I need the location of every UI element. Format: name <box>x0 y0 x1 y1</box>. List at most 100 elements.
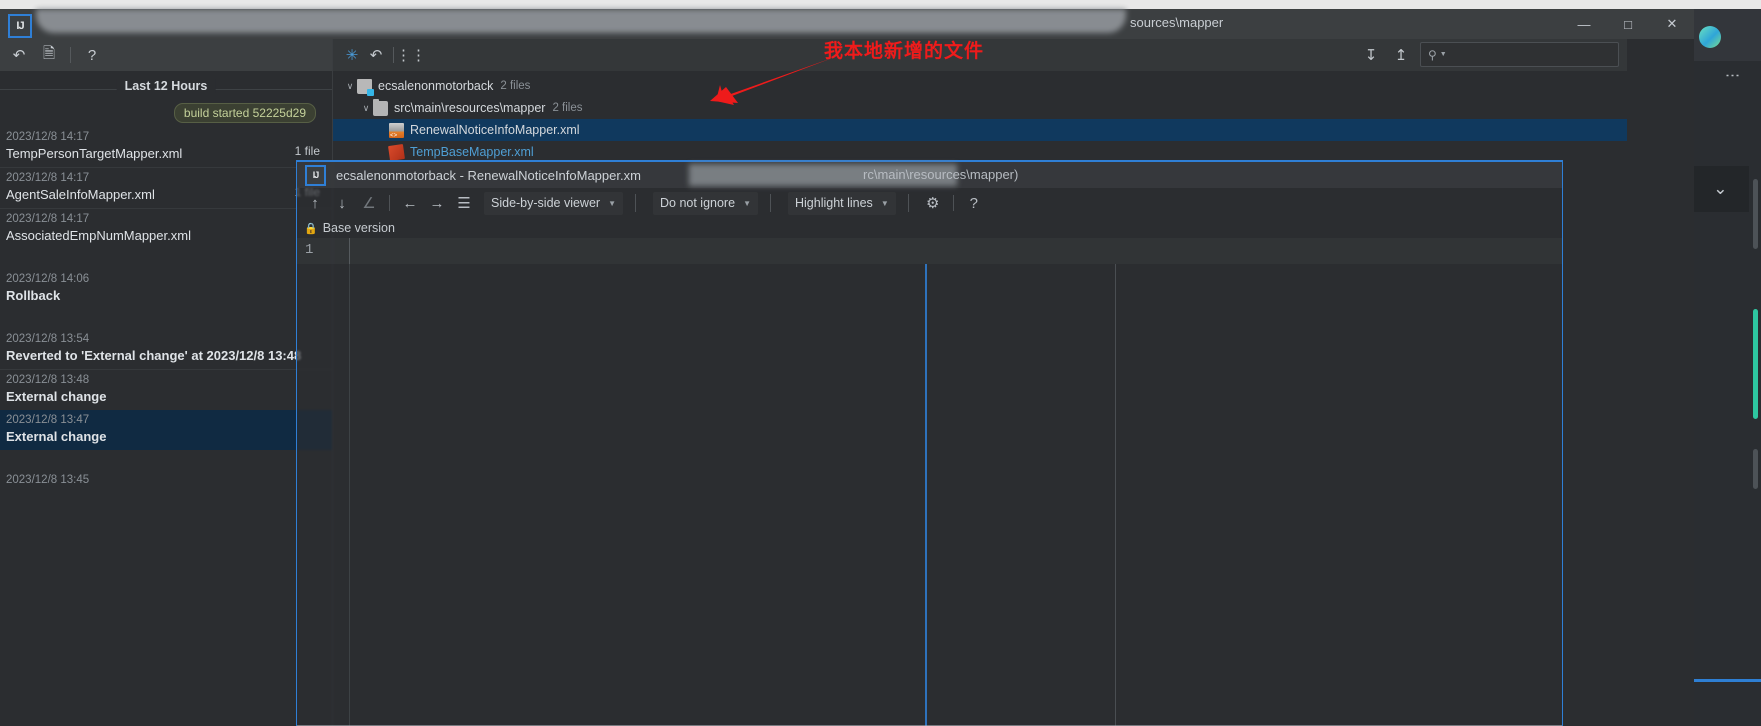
chevron-down-icon: ▼ <box>608 198 616 208</box>
intellij-idea-logo-icon: IJ <box>305 164 326 186</box>
history-timestamp: 2023/12/8 14:17 <box>6 172 90 184</box>
diff-toolbar: ↑ ↓ ∠ ← → ☰ Side-by-side viewer ▼ Do not… <box>297 188 1562 218</box>
line-number: 1 <box>305 242 314 258</box>
diff-window: IJ ecsalenonmotorback - RenewalNoticeInf… <box>296 160 1563 726</box>
gutter-divider <box>349 238 350 264</box>
accept-right-icon[interactable]: → <box>425 191 449 215</box>
redacted-title-text <box>36 9 1126 33</box>
collapse-all-icon[interactable]: ↥ <box>1390 43 1412 67</box>
folder-icon <box>373 98 388 116</box>
history-timestamp: 2023/12/8 14:17 <box>6 213 90 225</box>
toolbar-divider <box>907 194 909 212</box>
scrollbar-mark <box>1753 309 1758 419</box>
chevron-down-icon: ▼ <box>743 198 751 208</box>
diff-window-title: ecsalenonmotorback - RenewalNoticeInfoMa… <box>336 167 641 183</box>
toolbar-divider <box>952 195 954 211</box>
history-toolbar: ↶ 🗎 ? <box>0 39 332 71</box>
tree-row-count: 2 files <box>552 102 583 114</box>
list-item-selected[interactable]: 2023/12/8 13:47 External change <box>0 410 332 450</box>
gear-icon[interactable]: ⚙ <box>921 191 945 215</box>
diff-line-row: 1 <box>297 238 1562 264</box>
history-list[interactable]: 2023/12/8 14:17 TempPersonTargetMapper.x… <box>0 127 332 493</box>
history-timestamp: 2023/12/8 13:48 <box>6 374 90 386</box>
highlight-mode-select[interactable]: Highlight lines ▼ <box>787 191 896 215</box>
compare-icon[interactable]: ∠ <box>357 191 381 215</box>
maximize-icon[interactable]: □ <box>1606 9 1650 39</box>
tree-row-selected[interactable]: RenewalNoticeInfoMapper.xml <box>333 119 1627 141</box>
revert-icon[interactable]: ↶ <box>6 43 32 67</box>
history-label: External change <box>6 389 107 404</box>
list-item[interactable]: 2023/12/8 13:45 <box>0 470 332 493</box>
group-by-icon[interactable]: ⋮⋮ <box>396 43 426 67</box>
tree-row-label: TempBaseMapper.xml <box>410 145 534 159</box>
expand-all-icon[interactable]: ↧ <box>1360 43 1382 67</box>
tree-row-label: ecsalenonmotorback <box>378 79 494 93</box>
history-section-label: Last 12 Hours <box>116 79 216 93</box>
history-label: TempPersonTargetMapper.xml <box>6 146 183 161</box>
search-dropdown-icon[interactable]: ▼ <box>1440 51 1447 58</box>
diff-title-bar[interactable]: IJ ecsalenonmotorback - RenewalNoticeInf… <box>297 162 1562 188</box>
revert-selection-icon[interactable]: ↶ <box>365 43 387 67</box>
window-controls: — □ ✕ <box>1562 9 1694 39</box>
search-input[interactable]: ⚲ ▼ <box>1420 42 1619 67</box>
search-icon: ⚲ <box>1428 47 1437 62</box>
tree-row[interactable]: ∨ ecsalenonmotorback 2 files <box>333 75 1627 97</box>
accept-left-icon[interactable]: ← <box>398 191 422 215</box>
chevron-down-icon: ▼ <box>880 198 889 208</box>
base-version-row: 🔒 Base version <box>297 218 1562 238</box>
xml-modified-icon <box>388 143 405 161</box>
help-icon[interactable]: ? <box>79 43 105 67</box>
list-item[interactable]: 2023/12/8 14:17 AgentSaleInfoMapper.xml … <box>0 167 332 208</box>
highlight-mode-label: Highlight lines <box>794 196 873 210</box>
history-section-header: Last 12 Hours <box>0 77 332 101</box>
gutter-divider <box>349 264 350 726</box>
ignore-policy-select[interactable]: Do not ignore ▼ <box>653 191 758 215</box>
browser-top-strip <box>0 0 1761 9</box>
extension-icon[interactable] <box>1699 26 1721 48</box>
build-status-badge: build started 52225d29 <box>173 103 316 123</box>
tree-row-label: RenewalNoticeInfoMapper.xml <box>410 123 580 137</box>
intellij-idea-logo-icon: IJ <box>8 14 32 38</box>
diff-options-icon[interactable]: ☰ <box>452 191 476 215</box>
tree-row-label: src\main\resources\mapper <box>394 101 546 115</box>
diff-editor-body[interactable] <box>297 264 1562 726</box>
list-item[interactable]: 2023/12/8 14:06 Rollback <box>0 269 332 309</box>
annotation-text: 我本地新增的文件 <box>824 40 985 62</box>
help-icon[interactable]: ? <box>962 191 986 215</box>
browser-scrollbar[interactable] <box>1752 69 1758 689</box>
scrollbar-mark <box>1753 449 1758 489</box>
xml-added-icon <box>389 122 404 139</box>
expand-all-icon[interactable]: ✳ <box>341 43 363 67</box>
list-item[interactable]: 2023/12/8 13:54 Reverted to 'External ch… <box>0 329 332 369</box>
create-patch-icon[interactable]: 🗎 <box>36 43 62 67</box>
history-timestamp: 2023/12/8 13:54 <box>6 333 90 345</box>
chevron-down-icon[interactable]: ⌄ <box>1713 179 1727 199</box>
diff-right-divider <box>1115 264 1116 726</box>
base-version-label: Base version <box>322 221 395 235</box>
history-label: AssociatedEmpNumMapper.xml <box>6 228 191 243</box>
next-difference-icon[interactable]: ↓ <box>330 191 354 215</box>
list-item[interactable]: 2023/12/8 13:48 External change <box>0 369 332 410</box>
close-icon[interactable]: ✕ <box>1650 9 1694 39</box>
viewer-mode-select[interactable]: Side-by-side viewer ▼ <box>484 191 623 215</box>
toolbar-divider <box>70 47 71 63</box>
chevron-down-icon[interactable]: ∨ <box>359 103 373 114</box>
chevron-down-icon[interactable]: ∨ <box>343 81 357 92</box>
history-timestamp: 2023/12/8 14:17 <box>6 131 90 143</box>
history-label: AgentSaleInfoMapper.xml <box>6 187 155 202</box>
list-item[interactable]: 2023/12/8 14:17 AssociatedEmpNumMapper.x… <box>0 208 332 249</box>
ignore-policy-label: Do not ignore <box>660 196 736 210</box>
tree-row[interactable]: ∨ src\main\resources\mapper 2 files <box>333 97 1627 119</box>
window-title-bar[interactable]: IJ sources\mapper — □ ✕ <box>0 9 1694 39</box>
previous-difference-icon[interactable]: ↑ <box>303 191 327 215</box>
minimize-icon[interactable]: — <box>1562 9 1606 39</box>
toolbar-divider <box>393 47 394 63</box>
more-vertical-icon[interactable]: ⋮ <box>1724 68 1741 83</box>
list-item[interactable]: 2023/12/8 14:17 TempPersonTargetMapper.x… <box>0 127 332 167</box>
diff-center-divider[interactable] <box>925 264 927 726</box>
file-tree[interactable]: ∨ ecsalenonmotorback 2 files ∨ src\main\… <box>333 71 1627 163</box>
history-label: External change <box>6 429 107 444</box>
toolbar-divider <box>389 195 390 211</box>
